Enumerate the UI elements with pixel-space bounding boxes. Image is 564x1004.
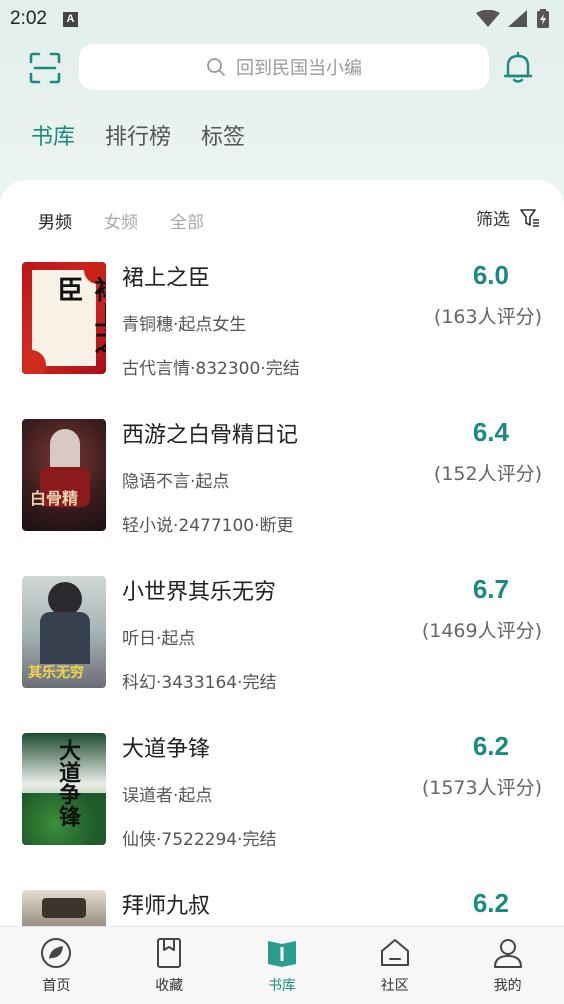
subtab-male[interactable]: 男频 [38,208,72,233]
nav-community[interactable]: 社区 [338,927,451,1004]
nav-bookmarks-label: 收藏 [155,978,184,994]
book-list: 裙上之臣 裙上之臣 青铜穗·起点女生 古代言情·832300·完结 6.0 (1… [0,260,564,926]
signal-icon [508,10,527,27]
filter-label: 筛选 [476,210,510,230]
search-placeholder: 回到民国当小编 [236,58,362,79]
bottom-nav: 首页 收藏 书库 社区 我的 [0,926,564,1004]
nav-home[interactable]: 首页 [0,927,113,1004]
book-title[interactable]: 裙上之臣 [122,260,210,292]
book-cover[interactable]: 大道争锋 [22,733,106,845]
tab-ranking-label: 排行榜 [105,125,172,150]
nav-bookmarks[interactable]: 收藏 [113,927,226,1004]
bell-icon [503,51,533,83]
home-icon [41,938,72,968]
bookmark-icon [157,938,182,968]
book-author: 隐语不言·起点 [122,472,230,492]
library-icon [267,941,296,967]
filter-icon [520,208,539,227]
search-icon [207,58,225,76]
tab-library[interactable]: 书库 [31,122,76,154]
nav-profile-label: 我的 [493,978,522,994]
tab-tags[interactable]: 标签 [201,122,245,154]
nav-community-label: 社区 [380,978,409,994]
nav-library-label: 书库 [267,978,296,994]
book-item[interactable]: 大道争锋 大道争锋 误道者·起点 仙侠·7522294·完结 6.2 (1573… [0,731,564,888]
subtab-female[interactable]: 女频 [104,208,138,233]
rating-count: (152人评分) [433,463,542,485]
battery-icon [537,9,549,28]
book-title[interactable]: 西游之白骨精日记 [122,417,298,449]
rating-count: (1573人评分) [421,777,542,799]
book-cover[interactable]: 白骨精 [22,419,106,531]
nav-library[interactable]: 书库 [226,927,339,1004]
nav-profile[interactable]: 我的 [451,927,564,1004]
subtab-all[interactable]: 全部 [170,208,204,233]
book-item[interactable]: 其乐无穷 小世界其乐无穷 听日·起点 科幻·3433164·完结 6.7 (14… [0,574,564,731]
sub-tabs: 男频 女频 全部 [38,208,204,233]
book-item[interactable]: 拜师九叔 6.2 [0,888,564,926]
book-title[interactable]: 大道争锋 [122,731,210,763]
book-score: 6.4 [472,417,509,447]
wifi-icon [476,10,500,27]
tab-ranking[interactable]: 排行榜 [105,122,171,154]
book-cover[interactable]: 裙上之臣 [22,262,106,374]
notification-button[interactable] [502,50,534,84]
book-meta: 仙侠·7522294·完结 [122,830,277,850]
book-author: 青铜穗·起点女生 [122,315,247,335]
profile-icon [493,939,522,968]
book-cover[interactable]: 其乐无穷 [22,576,106,688]
book-score: 6.2 [472,731,509,761]
book-meta: 古代言情·832300·完结 [122,359,300,379]
nav-home-label: 首页 [42,978,71,994]
tab-library-label: 书库 [31,125,76,150]
book-score: 6.0 [472,260,509,290]
book-author: 听日·起点 [122,629,196,649]
main-card: 男频 女频 全部 筛选 裙上之臣 裙上之臣 青铜穗·起点女生 古代言情·8323… [0,180,564,926]
scan-button[interactable] [29,52,61,84]
book-cover[interactable] [22,890,106,926]
top-tabs: 书库 排行榜 标签 [31,122,245,154]
book-meta: 轻小说·2477100·断更 [122,516,294,536]
community-icon [380,939,409,966]
header: 回到民国当小编 [0,42,564,92]
rating-count: (163人评分) [433,306,542,328]
book-meta: 科幻·3433164·完结 [122,673,277,693]
notification-a-icon: A [62,11,78,27]
filter-button[interactable]: 筛选 [476,205,540,230]
rating-count: (1469人评分) [421,620,542,642]
book-item[interactable]: 白骨精 西游之白骨精日记 隐语不言·起点 轻小说·2477100·断更 6.4 … [0,417,564,574]
status-time: 2:02 [10,8,47,29]
book-title[interactable]: 小世界其乐无穷 [122,574,276,606]
tab-tags-label: 标签 [201,125,246,150]
book-author: 误道者·起点 [122,786,213,806]
book-score: 6.7 [472,574,509,604]
book-score: 6.2 [472,888,509,918]
book-title[interactable]: 拜师九叔 [122,888,210,920]
search-input[interactable]: 回到民国当小编 [79,44,489,90]
book-item[interactable]: 裙上之臣 裙上之臣 青铜穗·起点女生 古代言情·832300·完结 6.0 (1… [0,260,564,417]
scan-icon [29,52,61,84]
status-icons [476,9,550,29]
status-bar: 2:02 A [0,0,564,38]
